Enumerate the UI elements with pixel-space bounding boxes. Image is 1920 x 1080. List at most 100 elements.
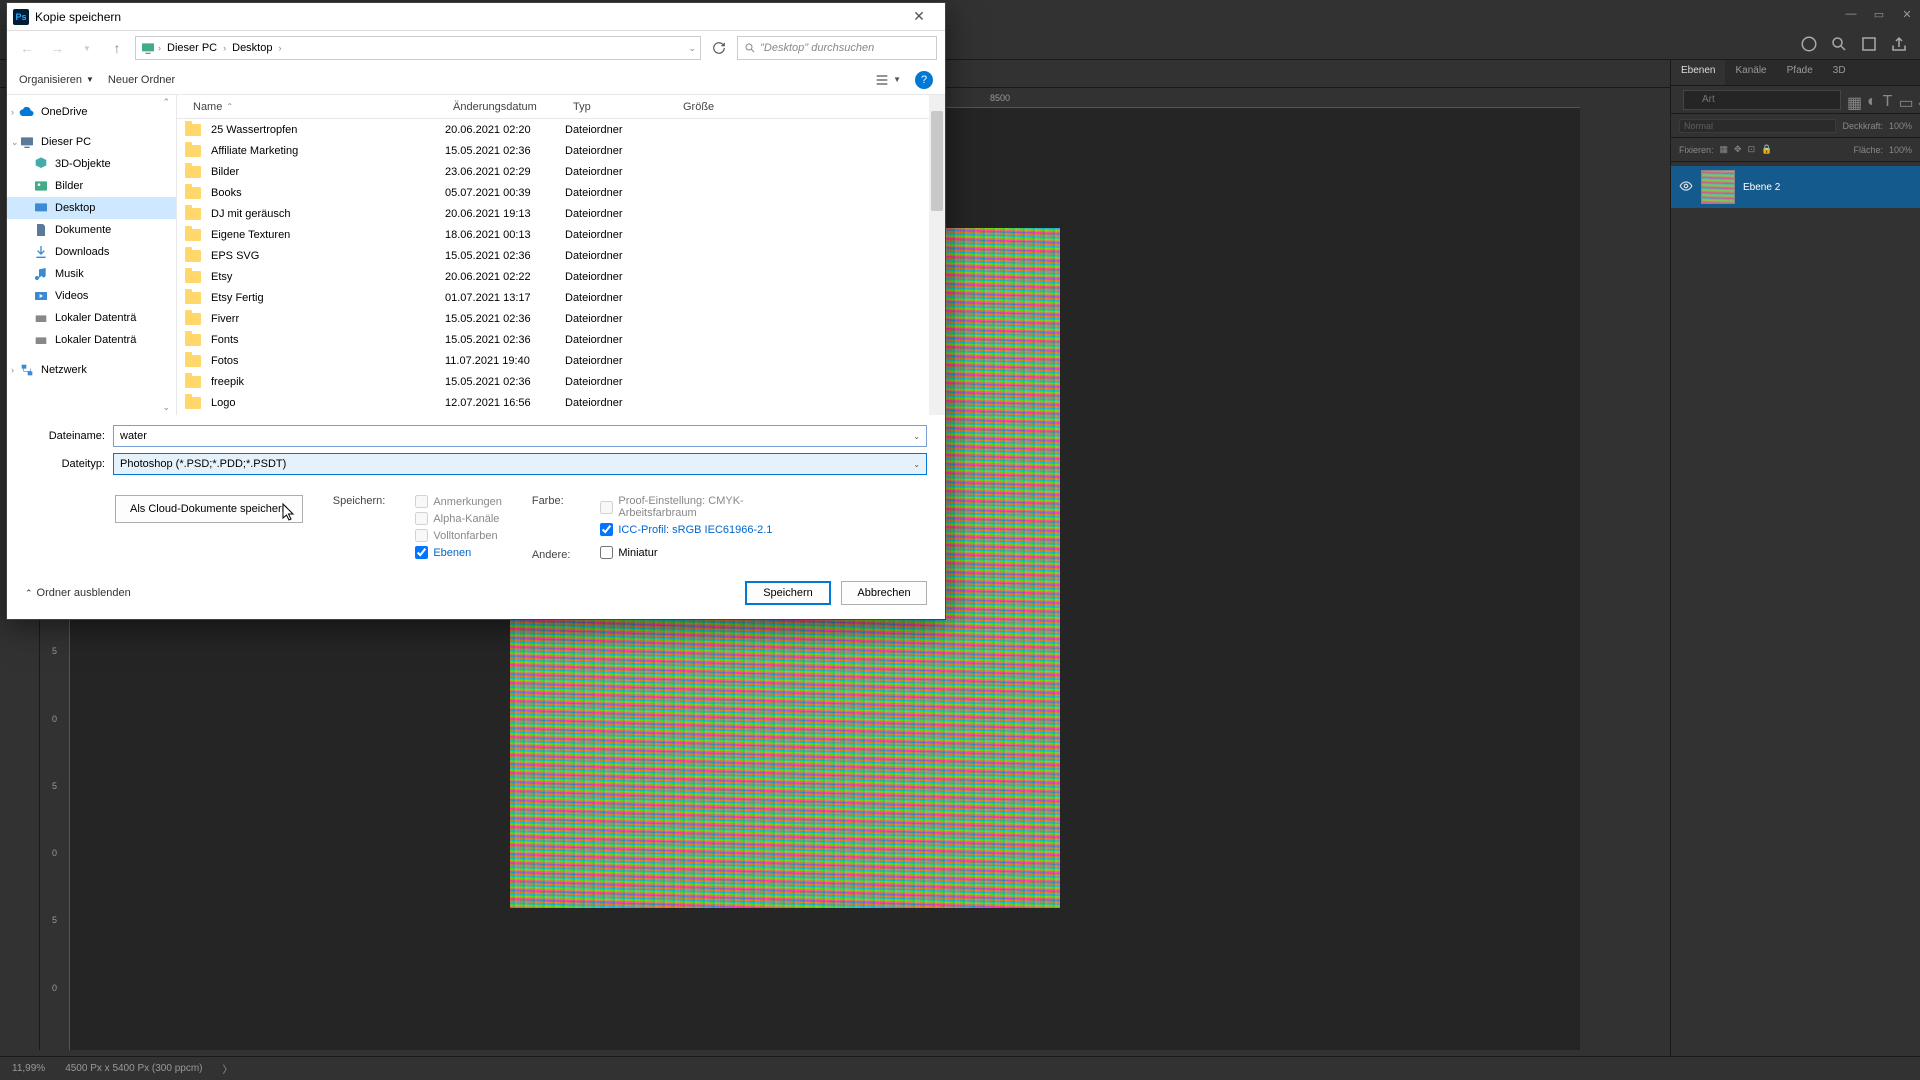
- opacity-value[interactable]: 100%: [1889, 121, 1912, 131]
- sidebar-item-netzwerk[interactable]: ›Netzwerk: [7, 359, 176, 381]
- dropdown-icon[interactable]: ⌄: [913, 432, 920, 441]
- home-icon[interactable]: [1800, 35, 1818, 53]
- lock-all-icon[interactable]: 🔒: [1761, 144, 1772, 155]
- file-row[interactable]: Fiverr15.05.2021 02:36Dateiordner: [177, 308, 945, 329]
- column-type[interactable]: Typ: [565, 101, 675, 113]
- breadcrumb-item[interactable]: Dieser PC: [163, 42, 221, 54]
- nav-up-button[interactable]: ↑: [105, 36, 129, 60]
- sidebar-item-videos[interactable]: Videos: [7, 285, 176, 307]
- folder-icon: [185, 313, 201, 325]
- file-date: 15.05.2021 02:36: [445, 334, 565, 346]
- chevron-down-icon[interactable]: ⌄: [162, 402, 170, 413]
- layer-thumbnail[interactable]: [1701, 170, 1735, 204]
- sidebar-item-bilder[interactable]: Bilder: [7, 175, 176, 197]
- layer-name[interactable]: Ebene 2: [1743, 182, 1780, 193]
- scrollbar-vertical[interactable]: [929, 95, 945, 415]
- new-folder-button[interactable]: Neuer Ordner: [108, 74, 175, 86]
- filter-type-icon[interactable]: T: [1883, 93, 1893, 107]
- column-date[interactable]: Änderungsdatum: [445, 101, 565, 113]
- file-row[interactable]: Eigene Texturen18.06.2021 00:13Dateiordn…: [177, 224, 945, 245]
- file-type: Dateiordner: [565, 397, 675, 409]
- zoom-value[interactable]: 11,99%: [12, 1063, 45, 1074]
- lock-position-icon[interactable]: ✥: [1734, 144, 1742, 155]
- sidebar-item-dokumente[interactable]: Dokumente: [7, 219, 176, 241]
- sidebar-item-musik[interactable]: Musik: [7, 263, 176, 285]
- blend-mode-dropdown[interactable]: Normal: [1679, 119, 1836, 133]
- layer-row[interactable]: Ebene 2: [1671, 166, 1920, 208]
- close-app-icon[interactable]: ✕: [1900, 7, 1914, 21]
- file-row[interactable]: Bilder23.06.2021 02:29Dateiordner: [177, 161, 945, 182]
- hide-folders-button[interactable]: ⌃ Ordner ausblenden: [25, 587, 131, 599]
- column-size[interactable]: Größe: [675, 101, 755, 113]
- file-row[interactable]: Affiliate Marketing15.05.2021 02:36Datei…: [177, 140, 945, 161]
- sidebar-item-lokaler-datenträ[interactable]: Lokaler Datenträ: [7, 329, 176, 351]
- sidebar-item-downloads[interactable]: Downloads: [7, 241, 176, 263]
- layer-filter-input[interactable]: [1683, 90, 1841, 110]
- restore-icon[interactable]: ▭: [1872, 7, 1886, 21]
- filter-shape-icon[interactable]: ▭: [1898, 93, 1912, 107]
- filter-adjust-icon[interactable]: ◐: [1867, 93, 1877, 107]
- share-icon[interactable]: [1890, 35, 1908, 53]
- sidebar-item-desktop[interactable]: Desktop: [7, 197, 176, 219]
- sidebar-item-lokaler-datenträ[interactable]: Lokaler Datenträ: [7, 307, 176, 329]
- filename-input[interactable]: [120, 430, 920, 442]
- nav-recent-icon[interactable]: ▼: [75, 36, 99, 60]
- file-row[interactable]: Etsy20.06.2021 02:22Dateiordner: [177, 266, 945, 287]
- nav-back-button[interactable]: ←: [15, 36, 39, 60]
- chevron-right-icon[interactable]: ›: [278, 43, 281, 53]
- organize-button[interactable]: Organisieren ▼: [19, 74, 94, 86]
- folder-icon: [185, 124, 201, 136]
- tree-chevron-icon[interactable]: ›: [11, 107, 14, 117]
- fill-value[interactable]: 100%: [1889, 145, 1912, 155]
- address-dropdown-icon[interactable]: ⌄: [688, 43, 696, 54]
- address-bar[interactable]: › Dieser PC › Desktop › ⌄: [135, 36, 701, 60]
- nav-forward-button[interactable]: →: [45, 36, 69, 60]
- workspace-icon[interactable]: [1860, 35, 1878, 53]
- sidebar-item-onedrive[interactable]: ›OneDrive: [7, 101, 176, 123]
- column-name[interactable]: Name ⌃: [185, 101, 445, 113]
- save-button[interactable]: Speichern: [745, 581, 831, 605]
- file-row[interactable]: DJ mit geräusch20.06.2021 19:13Dateiordn…: [177, 203, 945, 224]
- lock-pixels-icon[interactable]: ▦: [1720, 144, 1729, 155]
- filetype-dropdown[interactable]: Photoshop (*.PSD;*.PDD;*.PSDT) ⌄: [113, 453, 927, 475]
- file-row[interactable]: Etsy Fertig01.07.2021 13:17Dateiordner: [177, 287, 945, 308]
- filter-image-icon[interactable]: ▦: [1847, 93, 1861, 107]
- file-row[interactable]: Fonts15.05.2021 02:36Dateiordner: [177, 329, 945, 350]
- close-dialog-button[interactable]: ✕: [899, 8, 939, 25]
- chevron-right-icon[interactable]: ›: [158, 43, 161, 53]
- view-mode-button[interactable]: ▼: [874, 72, 901, 88]
- checkbox-layers[interactable]: Ebenen: [415, 546, 502, 559]
- status-arrow-icon[interactable]: 〉: [223, 1061, 233, 1076]
- file-date: 15.05.2021 02:36: [445, 313, 565, 325]
- file-row[interactable]: freepik15.05.2021 02:36Dateiordner: [177, 371, 945, 392]
- sidebar-item-dieser-pc[interactable]: ⌄Dieser PC: [7, 131, 176, 153]
- lock-artboard-icon[interactable]: ⊡: [1748, 144, 1756, 155]
- disk-icon: [33, 332, 49, 348]
- breadcrumb-item[interactable]: Desktop: [228, 42, 276, 54]
- cancel-button[interactable]: Abbrechen: [841, 581, 927, 605]
- file-row[interactable]: 25 Wassertropfen20.06.2021 02:20Dateiord…: [177, 119, 945, 140]
- file-row[interactable]: Fotos11.07.2021 19:40Dateiordner: [177, 350, 945, 371]
- file-row[interactable]: Books05.07.2021 00:39Dateiordner: [177, 182, 945, 203]
- tab-3d[interactable]: 3D: [1823, 60, 1856, 85]
- scrollbar-thumb[interactable]: [931, 111, 943, 211]
- tab-layers[interactable]: Ebenen: [1671, 60, 1725, 85]
- checkbox-icc[interactable]: ICC-Profil: sRGB IEC61966-2.1: [600, 523, 780, 536]
- tab-channels[interactable]: Kanäle: [1725, 60, 1776, 85]
- visibility-icon[interactable]: [1679, 179, 1693, 196]
- folder-search-input[interactable]: "Desktop" durchsuchen: [737, 36, 937, 60]
- file-row[interactable]: Logo12.07.2021 16:56Dateiordner: [177, 392, 945, 413]
- minimize-icon[interactable]: —: [1844, 7, 1858, 21]
- tree-chevron-icon[interactable]: ⌄: [11, 137, 19, 148]
- refresh-button[interactable]: [707, 36, 731, 60]
- file-row[interactable]: EPS SVG15.05.2021 02:36Dateiordner: [177, 245, 945, 266]
- search-icon[interactable]: [1830, 35, 1848, 53]
- checkbox-thumbnail[interactable]: Miniatur: [600, 546, 780, 559]
- help-button[interactable]: ?: [915, 71, 933, 89]
- sidebar-item-3d-objekte[interactable]: 3D-Objekte: [7, 153, 176, 175]
- tree-chevron-icon[interactable]: ›: [11, 365, 14, 375]
- file-name: Etsy Fertig: [211, 292, 264, 304]
- tab-paths[interactable]: Pfade: [1777, 60, 1823, 85]
- chevron-right-icon[interactable]: ›: [223, 43, 226, 53]
- save-cloud-button[interactable]: Als Cloud-Dokumente speichern: [115, 495, 303, 523]
